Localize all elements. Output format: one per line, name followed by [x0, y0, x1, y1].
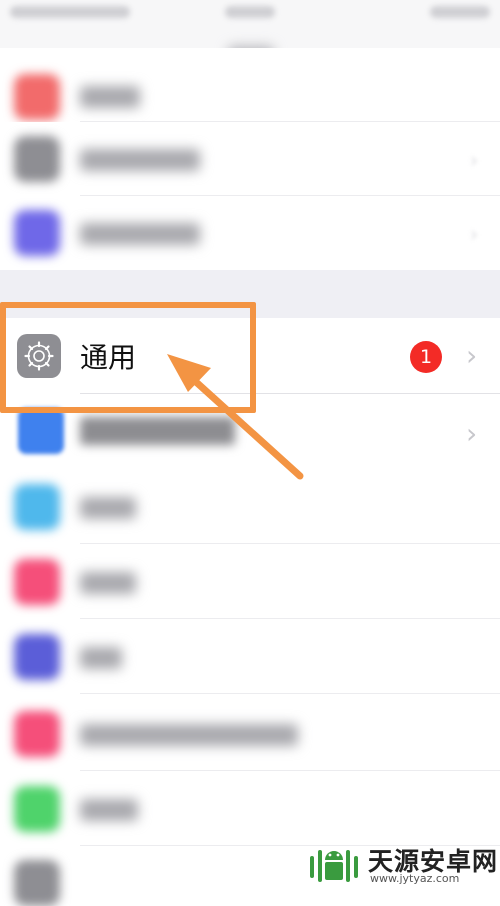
watermark: 天源安卓网 www.jytyaz.com [308, 838, 500, 890]
android-logo-icon [310, 850, 358, 882]
watermark-url: www.jytyaz.com [370, 872, 460, 885]
pointer-arrow-icon [167, 354, 304, 480]
